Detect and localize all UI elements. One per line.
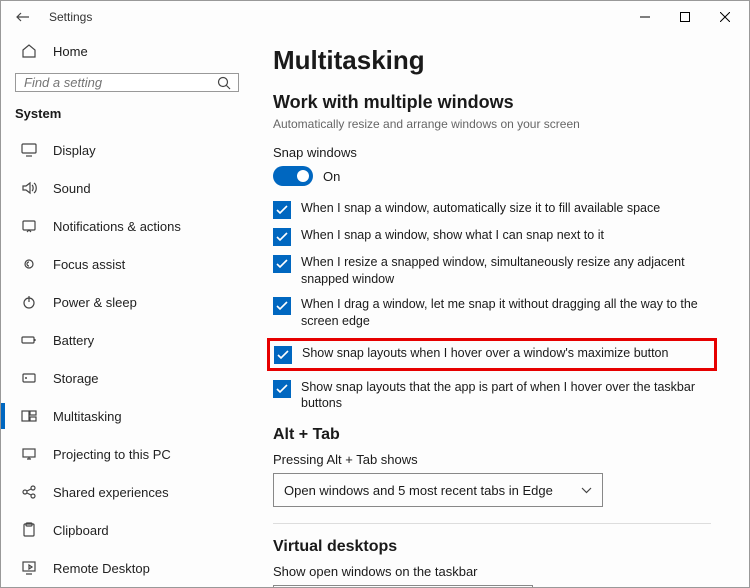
divider — [273, 523, 711, 524]
sidebar-item-shared-experiences[interactable]: Shared experiences — [1, 473, 253, 511]
battery-icon — [19, 330, 39, 350]
snap-toggle-state: On — [323, 169, 340, 184]
section-subtitle: Automatically resize and arrange windows… — [273, 117, 711, 131]
checkbox-label: When I resize a snapped window, simultan… — [301, 254, 705, 288]
sidebar-item-label: Power & sleep — [53, 295, 137, 310]
section-title-vdesktops: Virtual desktops — [273, 538, 711, 556]
settings-window: Settings Home — [0, 0, 750, 588]
sidebar-item-multitasking[interactable]: Multitasking — [1, 397, 253, 435]
sidebar-item-power-sleep[interactable]: Power & sleep — [1, 283, 253, 321]
checkbox-label: When I snap a window, show what I can sn… — [301, 227, 604, 244]
snap-option-0: When I snap a window, automatically size… — [273, 200, 711, 219]
checkbox-label: When I snap a window, automatically size… — [301, 200, 660, 217]
sidebar-item-focus-assist[interactable]: Focus assist — [1, 245, 253, 283]
checkbox[interactable] — [273, 255, 291, 273]
remote-icon — [19, 558, 39, 578]
minimize-button[interactable] — [625, 3, 665, 31]
sidebar-item-label: Shared experiences — [53, 485, 169, 500]
snap-option-3: When I drag a window, let me snap it wit… — [273, 296, 711, 330]
sidebar-home[interactable]: Home — [1, 33, 253, 69]
home-icon — [19, 41, 39, 61]
snap-option-4: Show snap layouts when I hover over a wi… — [267, 338, 717, 371]
sidebar-item-remote-desktop[interactable]: Remote Desktop — [1, 549, 253, 587]
section-title-alttab: Alt + Tab — [273, 426, 711, 444]
checkbox[interactable] — [273, 228, 291, 246]
checkbox[interactable] — [273, 297, 291, 315]
maximize-button[interactable] — [665, 3, 705, 31]
vdesktops-dropdown[interactable]: Only on the desktop I'm using — [273, 585, 533, 587]
alttab-dropdown[interactable]: Open windows and 5 most recent tabs in E… — [273, 473, 603, 507]
snap-option-5: Show snap layouts that the app is part o… — [273, 379, 711, 413]
search-icon — [210, 76, 238, 90]
sidebar-item-display[interactable]: Display — [1, 131, 253, 169]
sidebar-item-label: Remote Desktop — [53, 561, 150, 576]
search-input[interactable] — [16, 75, 210, 90]
snap-option-2: When I resize a snapped window, simultan… — [273, 254, 711, 288]
checkbox[interactable] — [274, 346, 292, 364]
sidebar-item-label: Display — [53, 143, 96, 158]
notifications-icon — [19, 216, 39, 236]
storage-icon — [19, 368, 39, 388]
sidebar: Home System Display Sound Notifications & … — [1, 33, 259, 587]
sidebar-item-label: Clipboard — [53, 523, 109, 538]
display-icon — [19, 140, 39, 160]
page-title: Multitasking — [273, 45, 711, 76]
shared-icon — [19, 482, 39, 502]
sidebar-item-clipboard[interactable]: Clipboard — [1, 511, 253, 549]
search-box[interactable] — [15, 73, 239, 92]
snap-option-1: When I snap a window, show what I can sn… — [273, 227, 711, 246]
checkbox[interactable] — [273, 201, 291, 219]
sound-icon — [19, 178, 39, 198]
checkbox-label: Show snap layouts that the app is part o… — [301, 379, 705, 413]
sidebar-section-label: System — [1, 102, 253, 131]
section-title-work: Work with multiple windows — [273, 92, 711, 113]
sidebar-item-label: Notifications & actions — [53, 219, 181, 234]
alttab-value: Open windows and 5 most recent tabs in E… — [284, 483, 553, 498]
snap-toggle[interactable] — [273, 166, 313, 186]
sidebar-nav-list: Display Sound Notifications & actions Focus… — [1, 131, 253, 587]
sidebar-item-label: Projecting to this PC — [53, 447, 171, 462]
focus-icon — [19, 254, 39, 274]
projecting-icon — [19, 444, 39, 464]
vdesktops-label: Show open windows on the taskbar — [273, 564, 711, 579]
clipboard-icon — [19, 520, 39, 540]
sidebar-item-label: Sound — [53, 181, 91, 196]
app-body: Home System Display Sound Notifications & … — [1, 33, 749, 587]
sidebar-item-sound[interactable]: Sound — [1, 169, 253, 207]
app-title: Settings — [49, 10, 92, 24]
sidebar-item-label: Storage — [53, 371, 99, 386]
chevron-down-icon — [581, 487, 592, 494]
sidebar-item-notifications-actions[interactable]: Notifications & actions — [1, 207, 253, 245]
sidebar-item-storage[interactable]: Storage — [1, 359, 253, 397]
sidebar-item-battery[interactable]: Battery — [1, 321, 253, 359]
back-button[interactable] — [9, 3, 37, 31]
sidebar-home-label: Home — [53, 44, 88, 59]
close-button[interactable] — [705, 3, 745, 31]
alttab-label: Pressing Alt + Tab shows — [273, 452, 711, 467]
snap-label: Snap windows — [273, 145, 711, 160]
checkbox[interactable] — [273, 380, 291, 398]
power-icon — [19, 292, 39, 312]
sidebar-item-label: Battery — [53, 333, 94, 348]
multitasking-icon — [19, 406, 39, 426]
window-controls — [625, 3, 745, 31]
snap-toggle-row: On — [273, 166, 711, 186]
sidebar-item-label: Focus assist — [53, 257, 125, 272]
checkbox-label: When I drag a window, let me snap it wit… — [301, 296, 705, 330]
snap-options-list: When I snap a window, automatically size… — [273, 200, 711, 412]
sidebar-item-label: Multitasking — [53, 409, 122, 424]
main-content: Multitasking Work with multiple windows … — [259, 33, 749, 587]
sidebar-item-projecting-to-this-pc[interactable]: Projecting to this PC — [1, 435, 253, 473]
checkbox-label: Show snap layouts when I hover over a wi… — [302, 345, 668, 362]
titlebar: Settings — [1, 1, 749, 33]
